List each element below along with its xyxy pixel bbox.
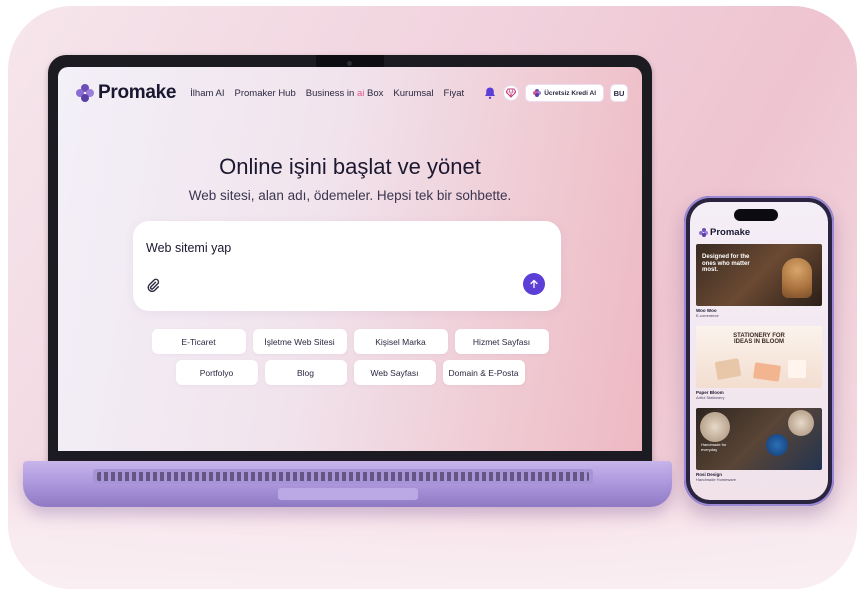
template-subtitle-rosi-design: Handmade Homeware [696,477,737,482]
hero-subtitle: Web sitesi, alan adı, ödemeler. Hepsi te… [188,188,512,203]
chip-e-ticaret[interactable]: E-Ticaret [151,329,246,354]
phone-screen: Promake Designed for the ones who matter… [690,202,828,500]
paperclip-icon[interactable] [146,278,160,292]
nav-link-kurumsal[interactable]: Kurumsal [393,88,433,99]
send-button[interactable] [523,273,545,295]
laptop-lid: Promake İlham AI Promaker Hub Business i… [48,55,652,465]
nav-actions: Ücretsiz Kredi Al BU [483,84,628,102]
trackpad [278,488,418,500]
prompt-box[interactable]: Web sitemi yap [133,221,561,311]
nav-link-promaker-hub[interactable]: Promaker Hub [235,88,296,99]
template-image-rosi-design: Handmade for everyday [696,408,822,470]
chip-blog[interactable]: Blog [264,360,347,385]
phone-device: Promake Designed for the ones who matter… [684,196,834,506]
keyboard [93,469,593,484]
chip-portfolyo[interactable]: Portfolyo [175,360,258,385]
nav-link-ilham-ai[interactable]: İlham AI [190,88,224,99]
laptop-base [23,461,672,507]
chip-web-sayfasi[interactable]: Web Sayfası [353,360,436,385]
laptop-screen: Promake İlham AI Promaker Hub Business i… [58,67,642,451]
template-headline-rosi-design: Handmade for everyday [701,442,727,452]
template-headline-woo-woo: Designed for the ones who matter most. [702,254,750,274]
bowl-image [766,434,788,456]
diamond-icon[interactable] [503,85,520,101]
arrow-up-icon [530,279,538,289]
plate-image [788,410,814,436]
free-credit-button[interactable]: Ücretsiz Kredi Al [525,84,604,102]
phone-brand-logo[interactable]: Promake [699,227,750,238]
template-card-rosi-design[interactable]: Handmade for everyday Rosi Design Handma… [696,408,822,482]
keys [97,472,589,481]
chip-row-1: E-Ticaret İşletme Web Sitesi Kişisel Mar… [58,329,642,354]
flower-logo-icon [76,84,94,102]
flower-logo-icon [533,89,542,97]
chip-kisisel-marka[interactable]: Kişisel Marka [353,329,448,354]
template-card-paper-bloom[interactable]: STATIONERY FOR IDEAS IN BLOOM Paper Bloo… [696,326,822,400]
stationery-item [714,358,742,380]
plate-image [700,412,730,442]
stationery-item [753,362,781,382]
chip-row-2: Portfolyo Blog Web Sayfası Domain & E-Po… [58,360,642,385]
template-subtitle-woo-woo: E-commerce [696,313,719,318]
nav-links: İlham AI Promaker Hub Business in ai Box… [190,88,464,99]
user-avatar[interactable]: BU [610,84,628,102]
bell-icon[interactable] [483,86,497,100]
template-image-paper-bloom: STATIONERY FOR IDEAS IN BLOOM [696,326,822,388]
nav-link-ai-text: ai [356,87,365,99]
prompt-input[interactable]: Web sitemi yap [146,241,231,255]
camera-icon [347,61,352,66]
hero-title: Online işini başlat ve yönet [219,154,481,179]
stationery-item [788,360,806,378]
dynamic-island [734,209,778,221]
brand-name: Promake [98,82,177,103]
chip-domain-e-posta[interactable]: Domain & E-Posta [442,360,525,385]
nav-link-box-text: Box [367,87,384,99]
suggestion-chips: E-Ticaret İşletme Web Sitesi Kişisel Mar… [58,329,642,391]
phone-brand-name: Promake [710,227,751,238]
nav-link-business-text: Business in [305,87,355,99]
template-headline-paper-bloom: STATIONERY FOR IDEAS IN BLOOM [733,333,785,346]
scene-background: Promake İlham AI Promaker Hub Business i… [8,6,857,589]
flower-logo-icon [699,228,708,237]
nav-link-fiyat[interactable]: Fiyat [444,88,465,99]
template-card-woo-woo[interactable]: Designed for the ones who matter most. W… [696,244,822,318]
chip-isletme-web-sitesi[interactable]: İşletme Web Sitesi [252,329,347,354]
top-nav: Promake İlham AI Promaker Hub Business i… [76,81,628,105]
template-subtitle-paper-bloom: Artful Stationery [696,395,725,400]
template-image-woo-woo: Designed for the ones who matter most. [696,244,822,306]
free-credit-label: Ücretsiz Kredi Al [544,89,596,97]
nav-link-business-in-ai-box[interactable]: Business in ai Box [306,88,384,99]
brand-logo[interactable]: Promake [76,82,176,104]
chip-hizmet-sayfasi[interactable]: Hizmet Sayfası [454,329,549,354]
dog-image [782,258,812,298]
